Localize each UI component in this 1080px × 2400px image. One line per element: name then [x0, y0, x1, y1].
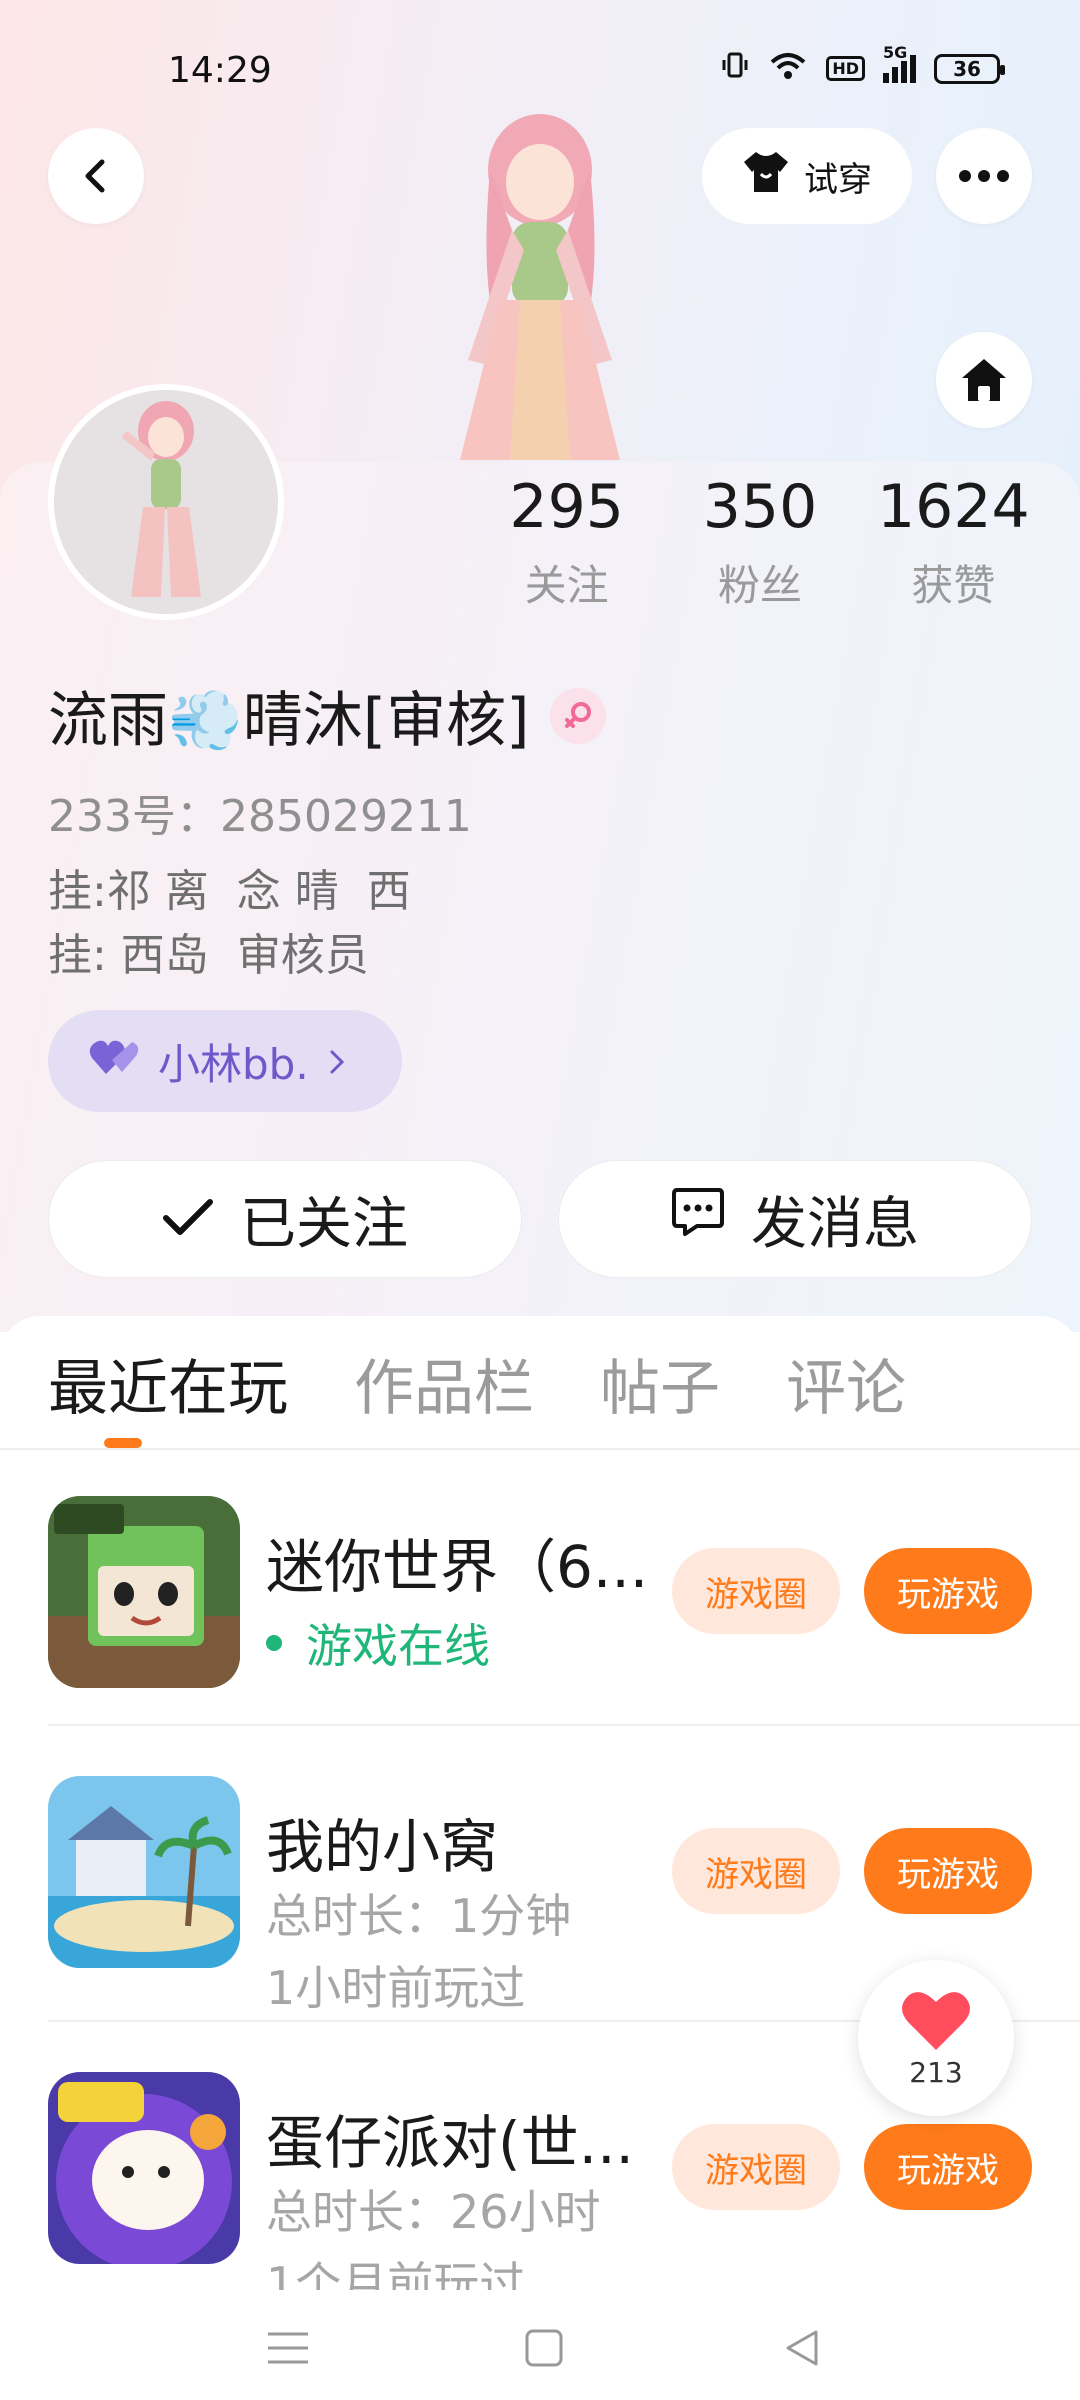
row-divider: [48, 1724, 1080, 1726]
game-total-time: 总时长：26小时: [266, 2185, 601, 2239]
online-dot-icon: [266, 1635, 282, 1651]
stat-fans-label: 粉丝: [717, 561, 802, 610]
heart-icon: [902, 1991, 970, 2050]
try-on-label: 试穿: [804, 159, 872, 200]
game-circle-button[interactable]: 游戏圈: [672, 1548, 840, 1634]
profile-name-row: 流雨💨晴沐[审核]: [48, 672, 606, 759]
game-title: 蛋仔派对(世...: [266, 2109, 634, 2177]
back-triangle-icon[interactable]: [782, 2328, 822, 2372]
signal-icon: 5G: [883, 43, 916, 83]
tshirt-icon: [742, 150, 790, 203]
game-icon-my-little-nest[interactable]: [48, 1776, 240, 1968]
home-button[interactable]: [936, 332, 1032, 428]
profile-name: 流雨💨晴沐[审核]: [48, 686, 530, 756]
menu-icon[interactable]: [266, 2330, 310, 2370]
stat-fans-value: 350: [702, 472, 818, 542]
game-icon-eggy-party[interactable]: [48, 2072, 240, 2264]
game-last-played: 1小时前玩过: [266, 1961, 526, 2015]
heart-pair-icon: [88, 1037, 140, 1086]
stat-likes-label: 获赞: [911, 561, 996, 610]
battery-indicator: 36: [934, 53, 1005, 84]
send-message-label: 发消息: [751, 1191, 919, 1257]
active-tab-indicator: [104, 1438, 142, 1448]
game-online-status: 游戏在线: [266, 1610, 490, 1676]
game-title: 迷你世界（6...: [266, 1533, 649, 1601]
cp-name: 小林bb.: [158, 1039, 309, 1089]
bio-line: 挂: 西岛 审核员: [48, 930, 369, 981]
network-label: 5G: [883, 42, 908, 62]
check-icon: [162, 1187, 214, 1252]
game-title: 我的小窝: [266, 1813, 499, 1881]
status-icons: HD 5G 36: [720, 43, 1005, 87]
tabs-divider: [0, 1448, 1080, 1450]
vibrate-icon: [720, 50, 750, 87]
home-icon: [962, 359, 1006, 401]
send-message-button[interactable]: 发消息: [558, 1160, 1032, 1278]
game-total-time: 总时长：1分钟: [266, 1889, 572, 1943]
avatar-image: [54, 390, 278, 614]
stat-likes-value: 1624: [876, 472, 1030, 542]
stat-following[interactable]: 295 关注: [470, 470, 663, 613]
game-icon-mini-world[interactable]: [48, 1496, 240, 1688]
stat-following-label: 关注: [524, 561, 609, 610]
system-nav-bar: [0, 2290, 1080, 2400]
play-game-button[interactable]: 玩游戏: [864, 1548, 1032, 1634]
stat-likes[interactable]: 1624 获赞: [857, 470, 1050, 613]
play-game-button[interactable]: 玩游戏: [864, 2124, 1032, 2210]
avatar[interactable]: [48, 384, 284, 620]
profile-uid: 233号：285029211: [48, 791, 472, 842]
more-button[interactable]: [936, 128, 1032, 224]
chevron-left-icon: [85, 159, 105, 193]
chat-bubble-icon: [671, 1186, 725, 1252]
status-time: 14:29: [168, 50, 272, 91]
cp-relationship-pill[interactable]: 小林bb.: [48, 1010, 402, 1112]
more-dots-icon: [959, 170, 1009, 182]
play-game-button[interactable]: 玩游戏: [864, 1828, 1032, 1914]
female-icon: [549, 687, 606, 744]
game-circle-button[interactable]: 游戏圈: [672, 1828, 840, 1914]
game-online-label: 游戏在线: [306, 1619, 490, 1673]
followed-button[interactable]: 已关注: [48, 1160, 522, 1278]
stat-fans[interactable]: 350 粉丝: [663, 470, 856, 613]
game-row[interactable]: 迷你世界（6... 游戏在线 游戏圈 玩游戏: [48, 1496, 1080, 1726]
like-button[interactable]: 213: [858, 1960, 1014, 2116]
profile-bio: 挂:祁 离 念 晴 西 挂: 西岛 审核员: [48, 860, 411, 988]
stat-following-value: 295: [509, 472, 624, 542]
bio-line: 挂:祁 离 念 晴 西: [48, 866, 411, 917]
hd-badge: HD: [826, 56, 865, 81]
like-count: 213: [909, 2055, 963, 2089]
try-on-button[interactable]: 试穿: [702, 128, 912, 224]
followed-label: 已关注: [240, 1191, 408, 1257]
profile-stats: 295 关注 350 粉丝 1624 获赞: [470, 470, 1050, 613]
home-square-icon[interactable]: [524, 2328, 564, 2372]
back-button[interactable]: [48, 128, 144, 224]
avatar-3d-figure: [420, 110, 660, 470]
wifi-icon: [768, 50, 808, 87]
chevron-right-icon: [327, 1037, 347, 1086]
game-circle-button[interactable]: 游戏圈: [672, 2124, 840, 2210]
